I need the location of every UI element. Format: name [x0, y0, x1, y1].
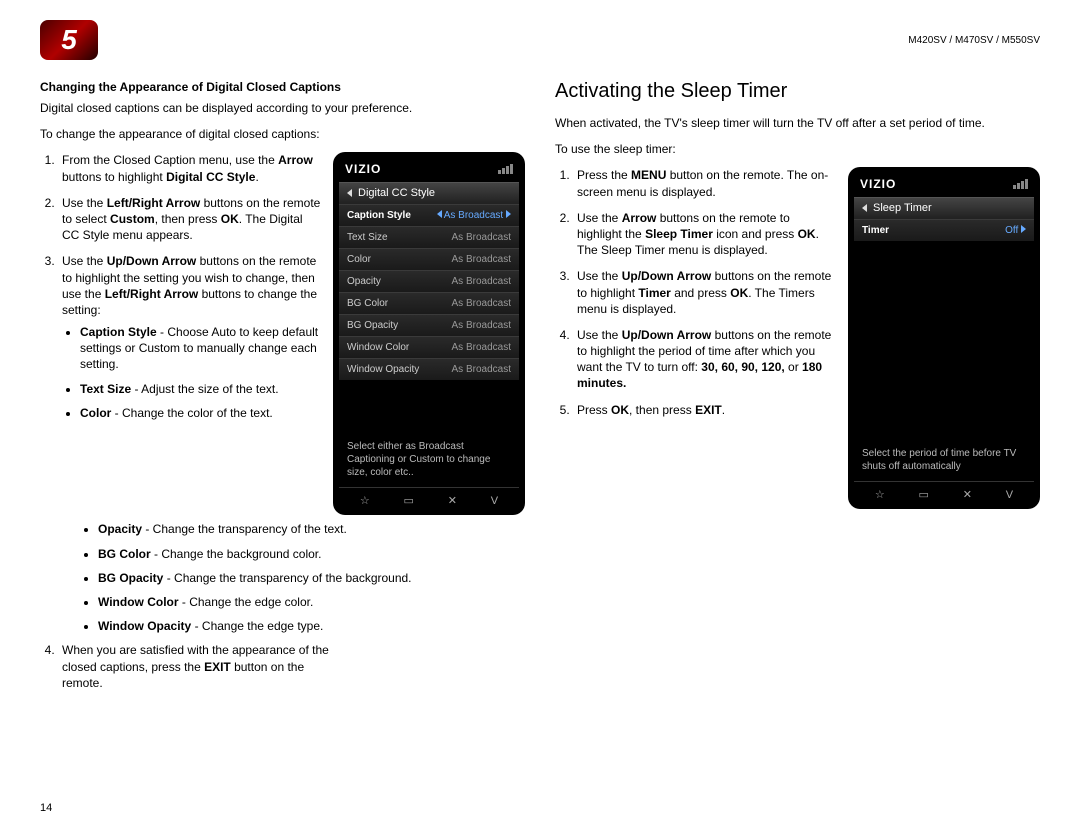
left-step-4: When you are satisfied with the appearan…: [58, 642, 338, 691]
close-icon: ✕: [963, 488, 972, 501]
tv-screenshot-cc-style: VIZIO Digital CC Style Caption Style As …: [333, 152, 525, 515]
chapter-badge: 5: [40, 20, 98, 60]
tv-row: BG OpacityAs Broadcast: [339, 314, 519, 336]
right-step-4: Use the Up/Down Arrow buttons on the rem…: [573, 327, 836, 392]
v-icon: V: [491, 495, 498, 507]
left-step-3: Use the Up/Down Arrow buttons on the rem…: [58, 253, 321, 421]
right-step-1: Press the MENU button on the remote. The…: [573, 167, 836, 199]
back-arrow-icon: [347, 189, 352, 197]
tv-breadcrumb: Digital CC Style: [339, 182, 519, 204]
tv-breadcrumb: Sleep Timer: [854, 197, 1034, 219]
star-icon: ☆: [360, 494, 370, 507]
tv-row: BG ColorAs Broadcast: [339, 292, 519, 314]
vizio-logo: VIZIO: [345, 162, 381, 176]
close-icon: ✕: [448, 494, 457, 507]
v-icon: V: [1006, 489, 1013, 501]
signal-icon: [498, 164, 513, 174]
star-icon: ☆: [875, 488, 885, 501]
left-intro-1: Digital closed captions can be displayed…: [40, 100, 525, 116]
left-intro-2: To change the appearance of digital clos…: [40, 126, 525, 142]
page-number: 14: [40, 802, 52, 814]
left-step-1: From the Closed Caption menu, use the Ar…: [58, 152, 321, 184]
right-intro-1: When activated, the TV's sleep timer wil…: [555, 115, 1040, 131]
tv-row: TimerOff: [854, 219, 1034, 241]
right-heading: Activating the Sleep Timer: [555, 80, 1040, 103]
tv-footer-icons: ☆ ▭ ✕ V: [339, 487, 519, 509]
right-step-3: Use the Up/Down Arrow buttons on the rem…: [573, 268, 836, 317]
tv-row: Window ColorAs Broadcast: [339, 336, 519, 358]
tv-row: Caption Style As Broadcast: [339, 204, 519, 226]
tv-row: Text SizeAs Broadcast: [339, 226, 519, 248]
rec-icon: ▭: [404, 494, 414, 507]
left-step-2: Use the Left/Right Arrow buttons on the …: [58, 195, 321, 244]
tv-hint-text: Select the period of time before TV shut…: [854, 241, 1034, 481]
rec-icon: ▭: [919, 488, 929, 501]
back-arrow-icon: [862, 204, 867, 212]
tv-row: Window OpacityAs Broadcast: [339, 358, 519, 380]
tv-screenshot-sleep-timer: VIZIO Sleep Timer TimerOff Select the pe…: [848, 167, 1040, 509]
signal-icon: [1013, 179, 1028, 189]
right-step-2: Use the Arrow buttons on the remote to h…: [573, 210, 836, 259]
model-numbers: M420SV / M470SV / M550SV: [908, 35, 1040, 46]
tv-row: OpacityAs Broadcast: [339, 270, 519, 292]
left-heading: Changing the Appearance of Digital Close…: [40, 80, 525, 94]
tv-hint-text: Select either as Broadcast Captioning or…: [339, 380, 519, 487]
vizio-logo: VIZIO: [860, 177, 896, 191]
tv-footer-icons: ☆ ▭ ✕ V: [854, 481, 1034, 503]
right-step-5: Press OK, then press EXIT.: [573, 402, 836, 418]
tv-row: ColorAs Broadcast: [339, 248, 519, 270]
right-intro-2: To use the sleep timer:: [555, 141, 1040, 157]
